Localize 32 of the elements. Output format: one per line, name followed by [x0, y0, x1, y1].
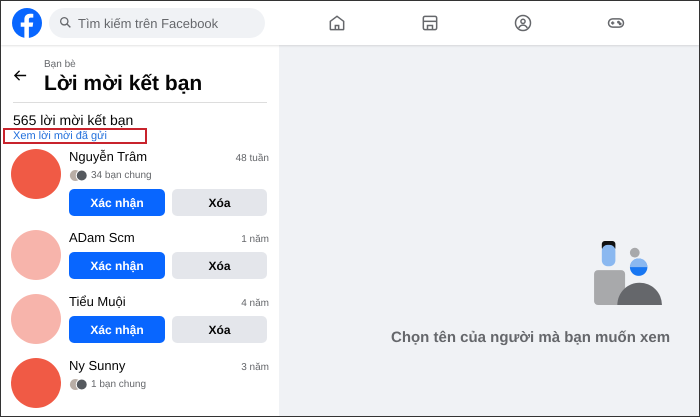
request-time: 1 năm — [241, 234, 269, 245]
delete-button[interactable]: Xóa — [172, 252, 267, 279]
delete-button[interactable]: Xóa — [172, 189, 267, 216]
mutual-avatars-icon — [69, 169, 89, 182]
request-count: 565 lời mời kết bạn — [13, 112, 134, 128]
panel-title: Lời mời kết bạn — [44, 72, 202, 96]
person-name[interactable]: Ny Sunny — [69, 358, 126, 373]
person-name[interactable]: Nguyễn Trâm — [69, 149, 148, 164]
sent-requests-link[interactable]: Xem lời mời đã gửi — [13, 130, 107, 142]
back-arrow-icon[interactable] — [13, 68, 28, 83]
home-icon[interactable] — [327, 13, 347, 33]
mutual-friends: 1 bạn chung — [91, 379, 146, 390]
confirm-button[interactable]: Xác nhận — [69, 252, 165, 279]
confirm-button[interactable]: Xác nhận — [69, 189, 165, 216]
breadcrumb[interactable]: Bạn bè — [44, 59, 202, 70]
delete-button[interactable]: Xóa — [172, 316, 267, 343]
request-time: 48 tuần — [236, 153, 269, 164]
store-icon[interactable] — [420, 13, 440, 33]
empty-state-message: Chọn tên của người mà bạn muốn xem — [391, 329, 670, 346]
person-name[interactable]: Tiểu Muội — [69, 294, 126, 309]
confirm-button[interactable]: Xác nhận — [69, 316, 165, 343]
request-time: 3 năm — [241, 362, 269, 373]
person-name[interactable]: ADam Scm — [69, 230, 135, 245]
facebook-logo[interactable] — [12, 7, 42, 39]
avatar[interactable] — [11, 358, 61, 408]
mutual-friends: 34 bạn chung — [91, 170, 152, 181]
mutual-avatars-icon — [69, 378, 89, 391]
people-drawing — [594, 241, 662, 305]
search-field[interactable]: Tìm kiếm trên Facebook — [49, 8, 265, 38]
avatar[interactable] — [11, 149, 61, 199]
request-time: 4 năm — [241, 298, 269, 309]
people-icon[interactable] — [513, 13, 533, 33]
